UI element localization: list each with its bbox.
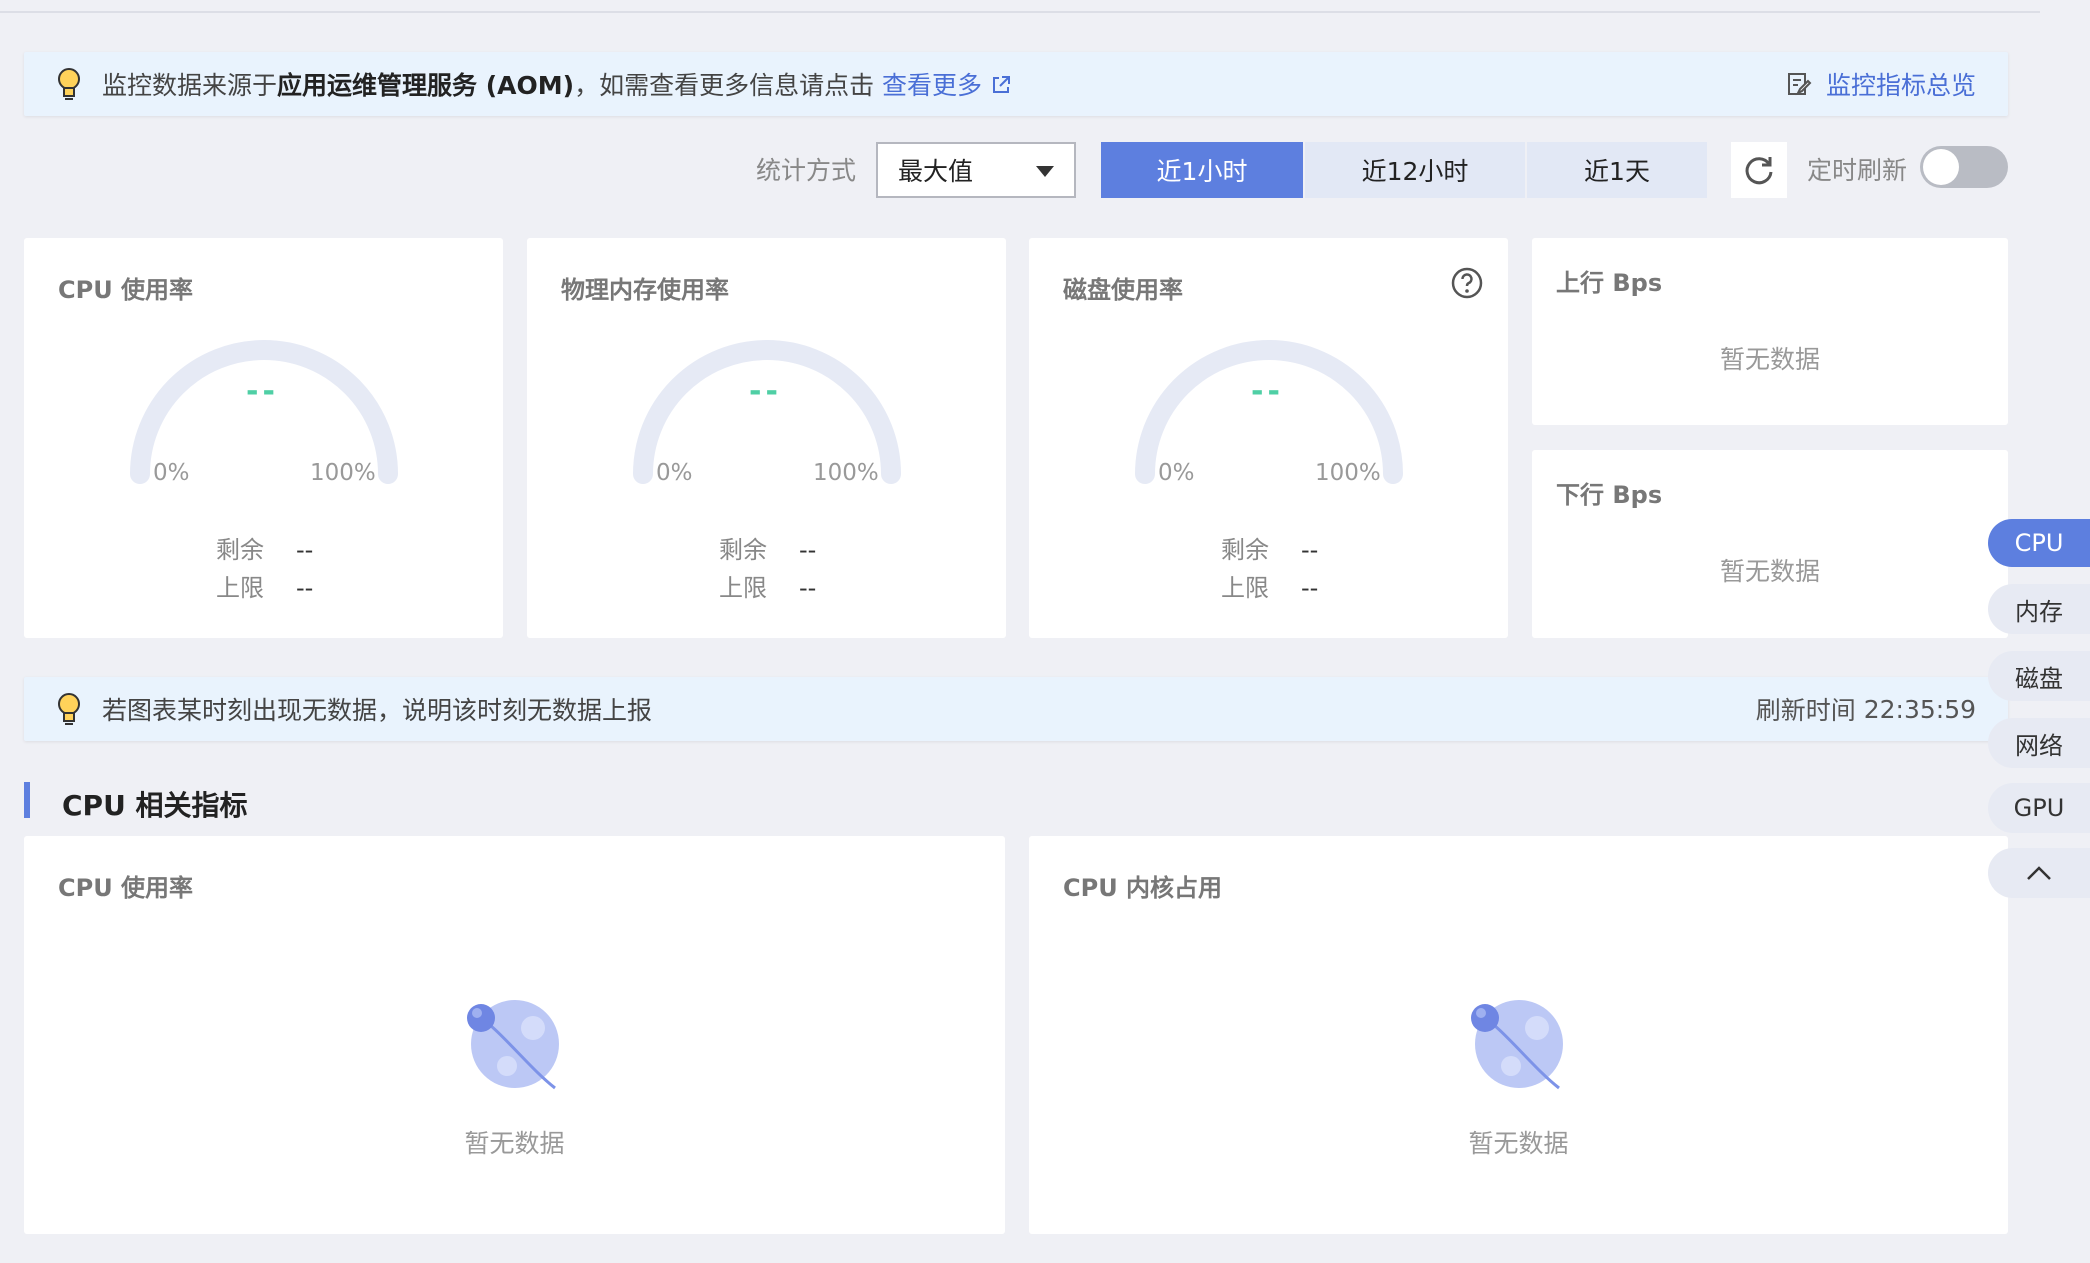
external-link-icon	[993, 76, 1010, 93]
gauge-value: --	[246, 374, 279, 409]
banner-text: 监控数据来源于应用运维管理服务 (AOM)，如需查看更多信息请点击 查看更多	[102, 66, 1012, 102]
gauge-min-label: 0%	[656, 460, 693, 486]
limit-value: --	[799, 574, 817, 602]
gauge-limit-row: 上限 --	[1221, 568, 1318, 603]
net-title: 下行 Bps	[1556, 481, 1663, 509]
gauge-title: 物理内存使用率	[561, 276, 729, 304]
document-edit-icon	[1787, 73, 1812, 96]
help-icon[interactable]	[1450, 266, 1484, 300]
metrics-overview-link[interactable]: 监控指标总览	[1786, 66, 1976, 102]
stat-method-select[interactable]: 最大值	[876, 142, 1076, 198]
gauge-min-label: 0%	[153, 460, 190, 486]
gauge-title: CPU 使用率	[58, 276, 194, 304]
remain-value: --	[1301, 536, 1319, 564]
gauge-remain-row: 剩余 --	[1221, 530, 1318, 565]
gauge-card-cpu: CPU 使用率 -- 0% 100% 剩余 -- 上限 --	[24, 238, 503, 638]
tab-1d[interactable]: 近1天	[1527, 142, 1707, 198]
empty-planet-icon	[467, 1000, 559, 1090]
chevron-down-icon	[1036, 166, 1054, 177]
gauge-limit-row: 上限 --	[216, 568, 313, 603]
auto-refresh-toggle[interactable]	[1920, 146, 2008, 188]
gauge-remain-row: 剩余 --	[719, 530, 816, 565]
limit-label: 上限	[216, 574, 264, 602]
limit-value: --	[1301, 574, 1319, 602]
gauge-limit-row: 上限 --	[719, 568, 816, 603]
time-range-tabs: 近1小时 近12小时 近1天	[1101, 142, 1707, 198]
gauge-remain-row: 剩余 --	[216, 530, 313, 565]
section-accent-bar	[24, 782, 30, 818]
back-to-top-button[interactable]	[1988, 848, 2090, 898]
auto-refresh-label: 定时刷新	[1807, 156, 1908, 185]
refresh-button[interactable]	[1731, 142, 1787, 198]
nodata-tip-banner: 若图表某时刻出现无数据，说明该时刻无数据上报 刷新时间 22:35:59	[24, 677, 2008, 741]
banner-text-bold: 应用运维管理服务 (AOM)	[277, 71, 575, 100]
lightbulb-icon	[58, 68, 80, 100]
empty-text: 暂无数据	[1468, 1129, 1569, 1158]
refresh-time-value: 22:35:59	[1863, 694, 1976, 724]
section-title: CPU 相关指标	[62, 789, 248, 822]
chart-card-cpu-usage: CPU 使用率 暂无数据	[24, 836, 1005, 1234]
toggle-knob	[1923, 149, 1959, 185]
gauge-max-label: 100%	[1315, 460, 1381, 486]
net-title: 上行 Bps	[1556, 269, 1663, 297]
side-nav-memory[interactable]: 内存	[1988, 584, 2090, 634]
stat-method-value: 最大值	[898, 157, 974, 186]
side-nav-disk[interactable]: 磁盘	[1988, 651, 2090, 701]
net-card-up: 上行 Bps 暂无数据	[1532, 238, 2008, 425]
side-nav-cpu[interactable]: CPU	[1988, 519, 2090, 567]
chevron-up-icon	[2027, 866, 2051, 880]
remain-label: 剩余	[1221, 536, 1269, 564]
gauge-max-label: 100%	[310, 460, 376, 486]
gauge-title: 磁盘使用率	[1063, 276, 1183, 304]
refresh-time-label: 刷新时间	[1755, 696, 1856, 725]
gauge-max-label: 100%	[813, 460, 879, 486]
remain-value: --	[799, 536, 817, 564]
empty-planet-icon	[1471, 1000, 1563, 1090]
limit-label: 上限	[1221, 574, 1269, 602]
metrics-overview-label: 监控指标总览	[1825, 71, 1976, 100]
banner-text-prefix: 监控数据来源于	[102, 71, 278, 100]
remain-label: 剩余	[719, 536, 767, 564]
more-link-label: 查看更多	[882, 71, 983, 100]
net-card-down: 下行 Bps 暂无数据	[1532, 450, 2008, 638]
more-link[interactable]: 查看更多	[882, 71, 1012, 100]
gauge-min-label: 0%	[1158, 460, 1195, 486]
remain-value: --	[296, 536, 314, 564]
chart-card-cpu-core: CPU 内核占用 暂无数据	[1029, 836, 2008, 1234]
lightbulb-icon	[58, 693, 80, 725]
gauge-value: --	[749, 374, 782, 409]
tip-text: 若图表某时刻出现无数据，说明该时刻无数据上报	[102, 696, 653, 725]
gauge-value: --	[1251, 374, 1284, 409]
limit-value: --	[296, 574, 314, 602]
side-nav-network[interactable]: 网络	[1988, 718, 2090, 768]
stat-method-label: 统计方式	[756, 156, 857, 185]
info-banner: 监控数据来源于应用运维管理服务 (AOM)，如需查看更多信息请点击 查看更多 监…	[24, 52, 2008, 116]
chart-title: CPU 使用率	[58, 874, 194, 902]
refresh-icon	[1745, 157, 1773, 185]
gauge-card-memory: 物理内存使用率 -- 0% 100% 剩余 -- 上限 --	[527, 238, 1006, 638]
tab-1h[interactable]: 近1小时	[1101, 142, 1303, 198]
limit-label: 上限	[719, 574, 767, 602]
empty-text: 暂无数据	[1719, 345, 1820, 374]
banner-text-suffix: ，如需查看更多信息请点击	[574, 71, 875, 100]
empty-text: 暂无数据	[464, 1129, 565, 1158]
refresh-time: 刷新时间 22:35:59	[1756, 691, 1976, 727]
gauge-card-disk: 磁盘使用率 -- 0% 100% 剩余 -- 上限 --	[1029, 238, 1508, 638]
side-nav-gpu[interactable]: GPU	[1988, 783, 2090, 833]
top-divider	[0, 11, 2040, 13]
chart-title: CPU 内核占用	[1063, 874, 1223, 902]
tab-12h[interactable]: 近12小时	[1305, 142, 1525, 198]
empty-text: 暂无数据	[1719, 557, 1820, 586]
remain-label: 剩余	[216, 536, 264, 564]
